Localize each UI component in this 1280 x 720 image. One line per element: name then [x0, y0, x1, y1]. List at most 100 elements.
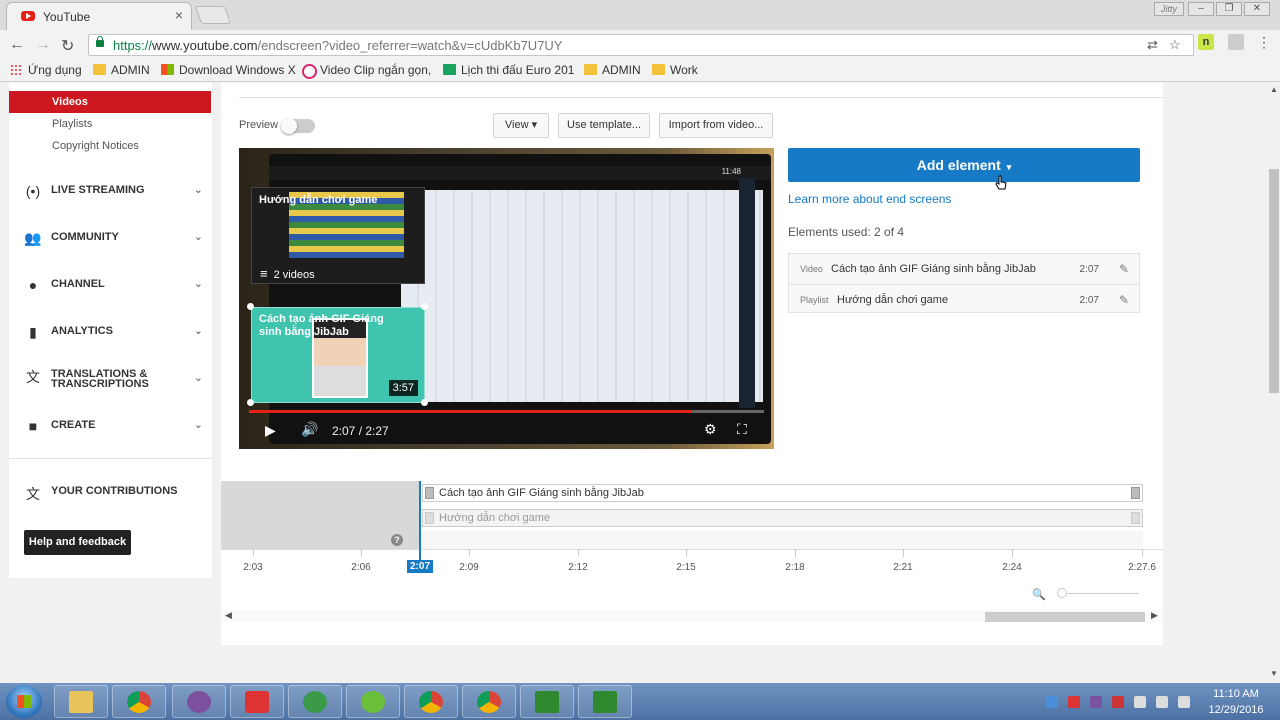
track-start-handle[interactable] [425, 487, 434, 499]
page-scrollbar-thumb[interactable] [1269, 169, 1279, 393]
tray-network-icon[interactable] [1156, 696, 1168, 708]
reload-icon[interactable]: ↻ [61, 36, 74, 56]
translate-page-icon[interactable]: ⇄ [1147, 37, 1158, 53]
sidebar-item-contributions[interactable]: 文 YOUR CONTRIBUTIONS [23, 484, 203, 504]
volume-icon[interactable]: 🔊 [301, 421, 318, 438]
start-button[interactable] [6, 685, 42, 718]
sidebar-item-analytics[interactable]: ▮ ANALYTICS ⌄ [23, 324, 203, 344]
resize-handle[interactable] [421, 399, 428, 406]
help-feedback-button[interactable]: Help and feedback [24, 530, 131, 555]
sidebar-item-live-streaming[interactable]: (•) LIVE STREAMING ⌄ [23, 183, 203, 203]
bookmark-video-clip[interactable]: Video Clip ngắn gọn, [302, 63, 431, 79]
sidebar-item-community[interactable]: 👥 COMMUNITY ⌄ [23, 230, 203, 250]
address-bar[interactable]: https://www.youtube.com/endscreen?video_… [88, 34, 1194, 56]
taskbar-app2[interactable] [346, 685, 400, 718]
bookmark-admin-2[interactable]: ADMIN [584, 63, 641, 77]
taskbar-chrome-2[interactable] [404, 685, 458, 718]
playlist-card-title: Hướng dẫn chơi game [259, 194, 378, 206]
tray-volume-icon[interactable] [1178, 696, 1190, 708]
element-row-video[interactable]: Video Cách tạo ảnh GIF Giáng sinh bằng J… [789, 254, 1139, 284]
preview-toggle[interactable] [281, 118, 315, 134]
scrollbar-thumb[interactable] [985, 612, 1145, 622]
timeline-track-playlist[interactable]: Hướng dẫn chơi game [422, 509, 1143, 527]
sidebar-item-channel[interactable]: ● CHANNEL ⌄ [23, 277, 203, 297]
use-template-button[interactable]: Use template... [558, 113, 650, 138]
app-icon [245, 691, 269, 713]
sidebar-item-videos[interactable]: Videos [9, 91, 211, 113]
import-from-video-button[interactable]: Import from video... [659, 113, 773, 138]
page-scrollbar[interactable]: ▲ ▼ [1268, 83, 1280, 683]
taskbar-pen[interactable] [288, 685, 342, 718]
sidebar-item-create[interactable]: ■ CREATE ⌄ [23, 418, 203, 438]
scroll-down-icon[interactable]: ▼ [1270, 669, 1278, 678]
track-start-handle[interactable] [425, 512, 434, 524]
taskbar-app[interactable] [230, 685, 284, 718]
scroll-right-icon[interactable]: ▶ [1151, 610, 1158, 621]
add-element-button[interactable]: Add element ▾ [788, 148, 1140, 182]
view-button[interactable]: View ▾ [493, 113, 549, 138]
zoom-magnifier-icon: 🔍 [1032, 589, 1046, 601]
clock-time[interactable]: 11:10 AM [1206, 688, 1266, 700]
taskbar-camtasia-2[interactable] [578, 685, 632, 718]
video-progress-bar[interactable] [249, 410, 764, 413]
tab-youtube[interactable]: YouTube × [6, 2, 192, 30]
back-icon[interactable]: ← [9, 36, 25, 54]
taskbar-viber[interactable] [172, 685, 226, 718]
bookmark-work[interactable]: Work [652, 63, 698, 77]
minimize-button[interactable]: – [1188, 2, 1214, 16]
forward-icon[interactable]: → [35, 36, 51, 54]
new-tab-button[interactable] [194, 6, 232, 24]
taskbar-explorer[interactable] [54, 685, 108, 718]
timeline-track-video[interactable]: Cách tạo ảnh GIF Giáng sinh bằng JibJab [422, 484, 1143, 502]
clock-date[interactable]: 12/29/2016 [1202, 704, 1270, 716]
profile-button[interactable]: Jitty [1154, 2, 1184, 16]
zoom-slider[interactable] [1059, 593, 1139, 594]
bookmark-star-icon[interactable]: ☆ [1169, 37, 1181, 53]
tray-unikey-icon[interactable] [1112, 696, 1124, 708]
tab-close-icon[interactable]: × [175, 7, 183, 23]
track-end-handle[interactable] [1131, 512, 1140, 524]
bookmark-euro-schedule[interactable]: Lịch thi đấu Euro 201 [443, 63, 574, 77]
chrome-menu-icon[interactable]: ⋮ [1256, 34, 1272, 50]
endscreen-grid[interactable] [401, 190, 763, 402]
resize-handle[interactable] [247, 399, 254, 406]
resize-handle[interactable] [421, 303, 428, 310]
maximize-button[interactable]: ❐ [1216, 2, 1242, 16]
tray-chat-icon[interactable] [1046, 696, 1058, 708]
timeline-tick [686, 549, 687, 557]
taskbar-chrome[interactable] [112, 685, 166, 718]
resize-handle[interactable] [247, 303, 254, 310]
video-player[interactable]: 11:48 Hướng dẫn chơi game 2 videos Cách … [239, 148, 774, 449]
taskbar-camtasia[interactable] [520, 685, 574, 718]
fullscreen-icon[interactable]: ⛶ [737, 421, 747, 438]
track-end-handle[interactable] [1131, 487, 1140, 499]
sidebar-item-playlists[interactable]: Playlists [52, 118, 92, 130]
extension-cast-icon[interactable] [1228, 34, 1244, 50]
help-question-icon[interactable]: ? [391, 534, 403, 546]
pencil-icon[interactable]: ✎ [1119, 293, 1129, 307]
close-window-button[interactable]: ✕ [1244, 2, 1270, 16]
play-icon[interactable]: ▶ [265, 422, 276, 439]
sidebar-item-translations[interactable]: 文 TRANSLATIONS & TRANSCRIPTIONS ⌄ [23, 367, 203, 390]
bookmark-apps[interactable]: Ứng dụng [10, 63, 82, 77]
extension-n-icon[interactable]: n [1198, 34, 1214, 50]
sidebar-item-copyright-notices[interactable]: Copyright Notices [52, 140, 139, 152]
settings-gear-icon[interactable]: ⚙ [704, 421, 717, 438]
element-row-playlist[interactable]: Playlist Hướng dẫn chơi game 2:07 ✎ [789, 284, 1139, 314]
zoom-slider-knob[interactable] [1057, 588, 1067, 598]
tray-device-icon[interactable] [1134, 696, 1146, 708]
taskbar-chrome-3[interactable] [462, 685, 516, 718]
tray-v-icon[interactable] [1068, 696, 1080, 708]
scroll-up-icon[interactable]: ▲ [1270, 85, 1278, 94]
folder-icon [69, 691, 93, 713]
bookmark-admin[interactable]: ADMIN [93, 63, 150, 77]
tray-viber-icon[interactable] [1090, 696, 1102, 708]
bookmark-download-windows[interactable]: Download Windows X [161, 63, 296, 77]
scroll-left-icon[interactable]: ◀ [225, 610, 232, 621]
timeline-playhead[interactable] [419, 481, 421, 563]
timeline-scrollbar[interactable]: ◀ ▶ [221, 610, 1163, 622]
learn-more-link[interactable]: Learn more about end screens [788, 192, 951, 206]
pencil-icon[interactable]: ✎ [1119, 262, 1129, 276]
endscreen-video-element[interactable]: Cách tạo ảnh GIF Giáng sinh bằng JibJab … [251, 307, 425, 403]
endscreen-playlist-element[interactable]: Hướng dẫn chơi game 2 videos [251, 187, 425, 284]
